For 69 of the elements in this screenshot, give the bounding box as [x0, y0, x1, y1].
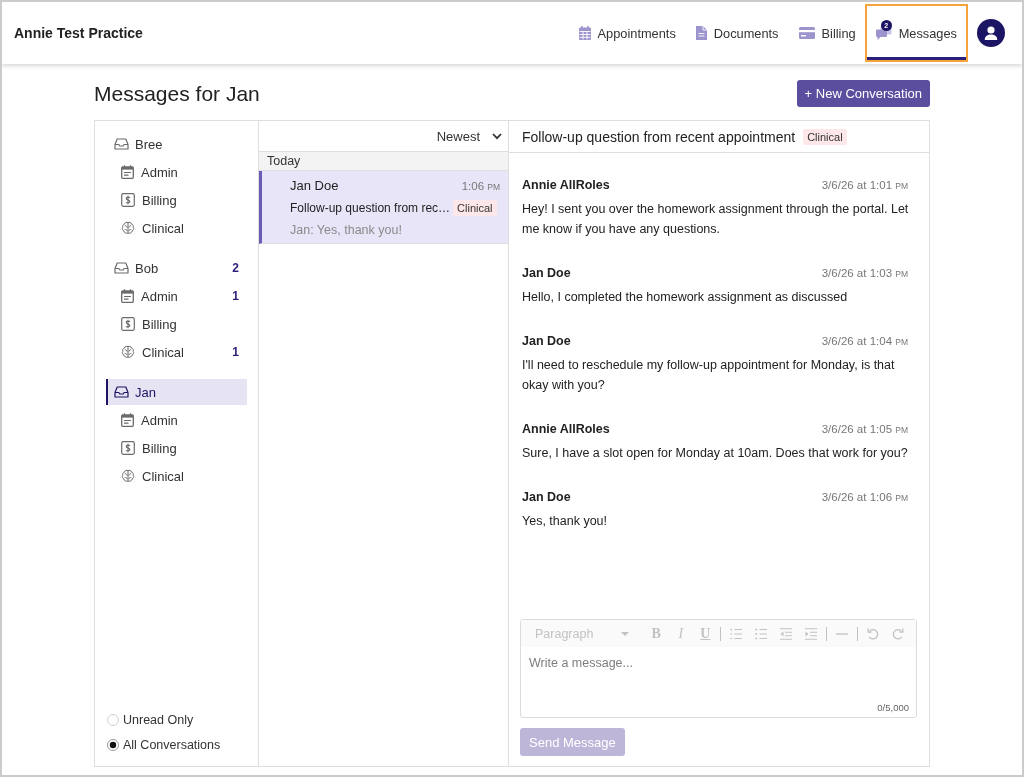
inbox-item[interactable]: Bree: [106, 131, 247, 157]
inbox-item[interactable]: Bob 2: [106, 255, 247, 281]
message-preview: Jan: Yes, thank you!: [290, 223, 403, 237]
calendar-icon: [121, 289, 134, 303]
inbox-icon: [114, 138, 129, 150]
new-conversation-button[interactable]: + New Conversation: [796, 80, 930, 107]
brain-icon: [121, 221, 135, 235]
message-author: Jan Doe: [522, 490, 571, 504]
unread-count: 2: [232, 261, 239, 275]
calendar-icon: [121, 413, 134, 427]
dollar-icon: [121, 317, 135, 331]
brain-icon: [121, 469, 135, 483]
message-author: Jan Doe: [522, 266, 571, 280]
category-item[interactable]: Admin: [106, 407, 247, 433]
filter-option[interactable]: All Conversations: [107, 736, 247, 754]
category-item[interactable]: Billing: [106, 435, 247, 461]
message-text: Yes, thank you!: [522, 513, 609, 530]
message-time: 3/6/26 at 1:05 PM: [821, 423, 908, 435]
document-icon: [695, 26, 707, 40]
message-time: 1:06 PM: [461, 180, 500, 192]
dollar-icon: [121, 193, 135, 207]
calendar-icon: [121, 165, 134, 179]
filter-option[interactable]: Unread Only: [107, 711, 247, 729]
credit-card-icon: [798, 27, 815, 39]
conversation-title: Follow-up question from recent appointment: [522, 128, 796, 145]
conversation-subject: Follow-up question from rec…: [290, 201, 451, 215]
radio-button[interactable]: [107, 739, 119, 751]
caret-icon: [621, 631, 630, 636]
section-header: Today: [259, 151, 508, 171]
unread-count: 1: [232, 289, 239, 303]
message-text: Hello, I completed the homework assignment as discussed: [522, 289, 849, 306]
message-text: Hey! I sent you over the homework assignment through the portal. Let me know if you have any questions.: [522, 201, 910, 238]
category-item[interactable]: Clinical: [106, 215, 247, 241]
category-tag: Clinical: [453, 200, 497, 216]
conversation-item[interactable]: Jan Doe 1:06 PM Follow-up question from rec… Clinical Jan: Yes, thank you!: [259, 171, 508, 244]
nav-tab[interactable]: Billing: [789, 6, 865, 60]
category-item[interactable]: Clinical 1: [106, 339, 247, 365]
message-author: Jan Doe: [522, 334, 571, 348]
sort-dropdown[interactable]: Newest: [432, 124, 502, 148]
brain-icon: [121, 345, 135, 359]
sender-name: Jan Doe: [290, 178, 339, 193]
nav-tab[interactable]: Appointments: [569, 6, 685, 60]
inbox-icon: [114, 262, 129, 274]
user-avatar-icon[interactable]: [977, 19, 1005, 47]
inbox-item[interactable]: Jan: [106, 379, 247, 405]
category-tag: Clinical: [803, 128, 847, 145]
message-time: 3/6/26 at 1:06 PM: [821, 491, 908, 503]
message-author: Annie AllRoles: [522, 178, 610, 192]
dollar-icon: [121, 441, 135, 455]
category-item[interactable]: Billing: [106, 311, 247, 337]
inbox-icon: [114, 386, 129, 398]
radio-button[interactable]: [107, 714, 119, 726]
message-text: I'll need to reschedule my follow-up appointment for Monday, is that okay with you?: [522, 357, 896, 394]
unread-count: 1: [232, 345, 239, 359]
character-counter: 0/5,000: [877, 702, 909, 713]
message-text: Sure, I have a slot open for Monday at 10am. Does that work for you?: [522, 445, 909, 462]
message-time: 3/6/26 at 1:03 PM: [821, 267, 908, 279]
category-item[interactable]: Clinical: [106, 463, 247, 489]
message-time: 3/6/26 at 1:01 PM: [821, 179, 908, 191]
practice-name: Annie Test Practice: [14, 25, 143, 41]
category-item[interactable]: Admin 1: [106, 283, 247, 309]
page-title: Messages for Jan: [94, 81, 260, 106]
calendar-icon: [578, 26, 591, 40]
chevron-down-icon: [492, 132, 502, 140]
category-item[interactable]: Admin: [106, 159, 247, 185]
message-author: Annie AllRoles: [522, 422, 610, 436]
message-time: 3/6/26 at 1:04 PM: [821, 335, 908, 347]
nav-tab[interactable]: Documents: [686, 6, 788, 60]
category-item[interactable]: Billing: [106, 187, 247, 213]
